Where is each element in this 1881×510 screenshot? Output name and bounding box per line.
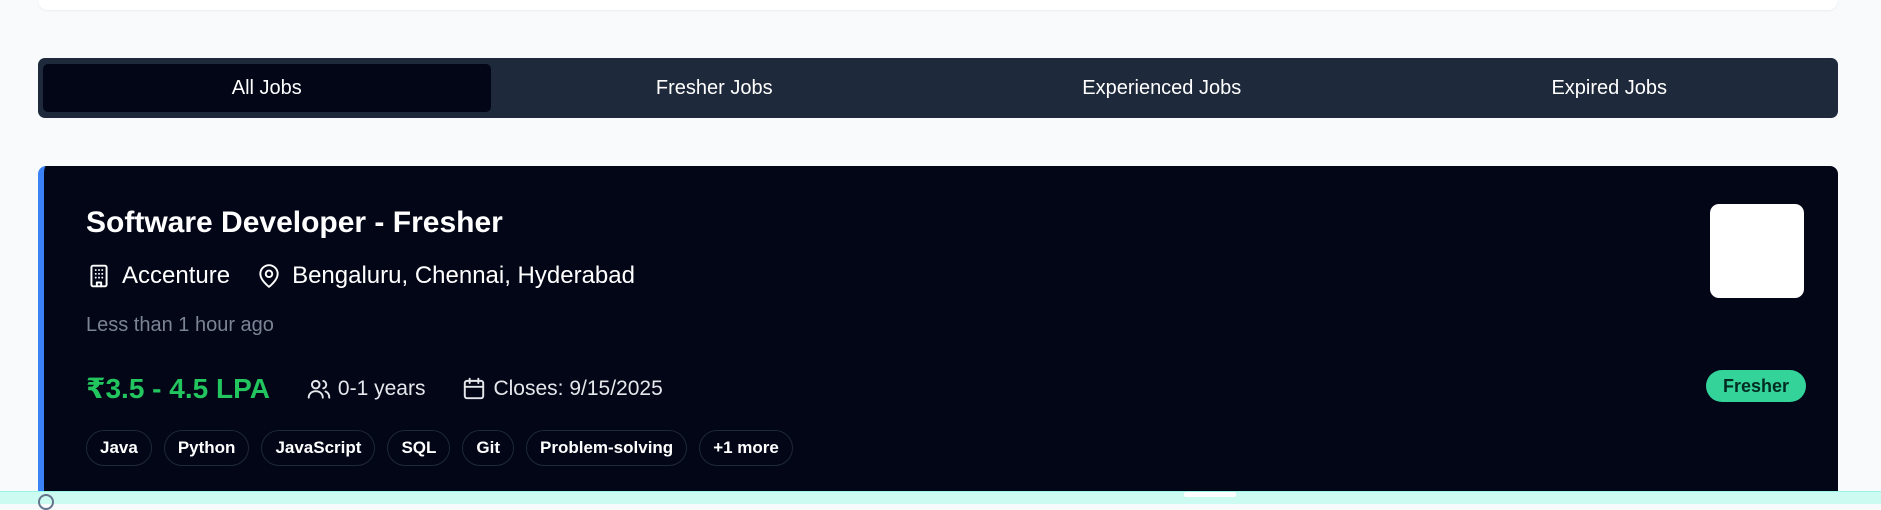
users-icon — [306, 376, 332, 402]
job-location: Bengaluru, Chennai, Hyderabad — [292, 262, 635, 289]
skill-tags: Java Python JavaScript SQL Git Problem-s… — [86, 430, 793, 466]
tab-experienced-jobs[interactable]: Experienced Jobs — [938, 64, 1386, 112]
skill-tag: Git — [462, 430, 514, 466]
closing-date-info: Closes: 9/15/2025 — [461, 376, 663, 402]
top-panel — [38, 0, 1838, 10]
more-skills-tag[interactable]: +1 more — [699, 430, 793, 466]
skill-tag: Java — [86, 430, 152, 466]
skill-tag: JavaScript — [261, 430, 376, 466]
closing-date-text: Closes: 9/15/2025 — [493, 376, 663, 400]
experience-info: 0-1 years — [306, 376, 426, 402]
calendar-icon — [461, 376, 487, 402]
banner-chip — [1184, 492, 1236, 497]
tab-expired-jobs[interactable]: Expired Jobs — [1386, 64, 1834, 112]
experience-level-badge: Fresher — [1706, 370, 1806, 402]
bottom-banner — [0, 491, 1881, 510]
skill-tag: SQL — [387, 430, 451, 466]
tab-fresher-jobs[interactable]: Fresher Jobs — [491, 64, 939, 112]
company-logo — [1710, 204, 1804, 298]
status-circle-icon — [38, 494, 54, 510]
skill-tag: Python — [163, 430, 250, 466]
posted-time: Less than 1 hour ago — [86, 314, 274, 336]
skill-tag: Problem-solving — [526, 430, 688, 466]
salary: ₹3.5 - 4.5 LPA — [86, 373, 270, 404]
job-filter-tabs: All Jobs Fresher Jobs Experienced Jobs E… — [38, 58, 1838, 118]
job-title[interactable]: Software Developer - Fresher — [86, 206, 503, 240]
company-name[interactable]: Accenture — [122, 262, 230, 290]
experience-text: 0-1 years — [337, 376, 426, 400]
job-info: ₹3.5 - 4.5 LPA 0-1 years Closes: 9/15/20… — [86, 372, 699, 405]
job-card[interactable]: Software Developer - Fresher Accenture B… — [38, 166, 1838, 503]
map-pin-icon — [256, 263, 282, 289]
job-meta: Accenture Bengaluru, Chennai, Hyderabad — [86, 262, 635, 290]
tab-all-jobs[interactable]: All Jobs — [43, 64, 491, 112]
building-icon — [86, 263, 112, 289]
